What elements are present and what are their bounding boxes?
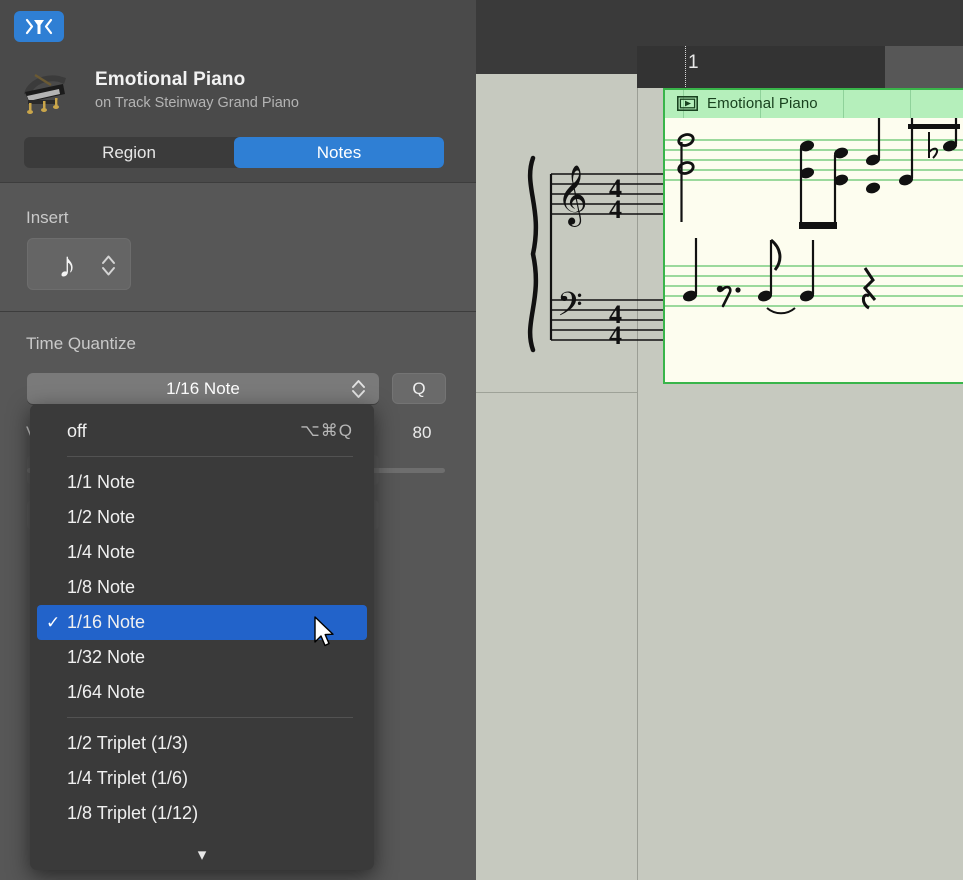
chevron-down-icon[interactable]: ▾ [30, 845, 374, 865]
region-name-label: Emotional Piano [707, 95, 818, 112]
menu-item-1-2-note[interactable]: 1/2 Note [30, 500, 374, 535]
menu-item-label: 1/2 Note [67, 507, 135, 528]
time-quantize-label: Time Quantize [26, 334, 136, 354]
treble-beamed-chord-group-1 [799, 139, 850, 229]
menu-item-label: 1/2 Triplet (1/3) [67, 733, 188, 754]
menu-item-shortcut: ⌥⌘Q [300, 421, 353, 441]
menu-item-1-8-note[interactable]: 1/8 Note [30, 570, 374, 605]
time-signature-bottom-bass: 4 [609, 321, 622, 350]
menu-item-label: 1/1 Note [67, 472, 135, 493]
menu-item-1-64-note[interactable]: 1/64 Note [30, 675, 374, 710]
inspector-tabs: Region Notes [24, 137, 444, 168]
velocity-value[interactable]: 80 [398, 423, 446, 443]
time-quantize-dropdown-menu[interactable]: off ⌥⌘Q 1/1 Note 1/2 Note 1/4 Note 1/8 N… [30, 404, 374, 870]
menu-item-label: 1/8 Triplet (1/12) [67, 803, 198, 824]
ruler-bar-number: 1 [688, 52, 699, 74]
inspector-region-title: Emotional Piano [95, 69, 245, 91]
menu-item-label: off [67, 421, 87, 442]
menu-item-1-1-note[interactable]: 1/1 Note [30, 465, 374, 500]
checkmark-icon: ✓ [46, 613, 60, 633]
menu-item-label: 1/32 Note [67, 647, 145, 668]
timeline-ruler[interactable] [637, 46, 885, 88]
bass-eighth-note-tied [757, 240, 795, 313]
playhead[interactable] [685, 46, 686, 89]
menu-item-1-8-triplet[interactable]: 1/8 Triplet (1/12) [30, 796, 374, 831]
score-editor-area: 1 𝄞 [476, 0, 963, 880]
bass-quarter-note-2 [799, 240, 816, 303]
insert-value-well[interactable]: ♪ [27, 238, 131, 290]
collapse-inspector-icon [14, 11, 64, 42]
piano-brace-icon [530, 158, 536, 350]
collapse-inspector-button[interactable] [14, 11, 64, 42]
menu-item-1-32-note[interactable]: 1/32 Note [30, 640, 374, 675]
inspector-divider-2 [0, 311, 476, 312]
menu-item-1-2-triplet[interactable]: 1/2 Triplet (1/3) [30, 726, 374, 761]
time-signature-bottom: 4 [609, 195, 622, 224]
inspector-divider-1 [0, 182, 476, 183]
tab-notes[interactable]: Notes [234, 137, 444, 168]
inspector-region-subtitle: on Track Steinway Grand Piano [95, 95, 299, 111]
menu-item-1-16-note[interactable]: ✓ 1/16 Note [37, 605, 367, 640]
menu-item-label: 1/4 Note [67, 542, 135, 563]
score-page-edge [476, 392, 638, 393]
menu-separator [67, 717, 353, 718]
menu-item-1-4-triplet[interactable]: 1/4 Triplet (1/6) [30, 761, 374, 796]
logic-pro-score-editor-window: 1 𝄞 [0, 0, 963, 880]
treble-note-pair [865, 118, 915, 195]
grand-piano-icon [19, 64, 71, 116]
menu-item-label: 1/64 Note [67, 682, 145, 703]
stepper-up-down-icon[interactable] [350, 377, 367, 401]
time-quantize-value: 1/16 Note [27, 373, 379, 404]
region-notation [665, 118, 963, 384]
tab-region[interactable]: Region [24, 137, 234, 168]
menu-item-off[interactable]: off ⌥⌘Q [30, 413, 374, 449]
menu-item-label: 1/16 Note [67, 612, 145, 633]
midi-region-emotional-piano[interactable]: Emotional Piano [663, 88, 963, 384]
bass-clef-icon: 𝄢 [557, 286, 583, 332]
region-header[interactable]: Emotional Piano [665, 90, 963, 118]
midi-region-play-icon [677, 96, 698, 111]
bass-quarter-rest [863, 268, 875, 308]
eighth-note-icon: ♪ [58, 242, 76, 288]
inspector-panel: Emotional Piano on Track Steinway Grand … [0, 0, 476, 880]
ruler-right-filler [885, 46, 963, 88]
staff-system: 𝄞 𝄢 4 4 4 4 [521, 150, 671, 365]
treble-half-note-dyad [677, 133, 694, 222]
bass-quarter-note-1 [682, 238, 699, 303]
menu-separator [67, 456, 353, 457]
menu-item-1-4-note[interactable]: 1/4 Note [30, 535, 374, 570]
treble-clef-icon: 𝄞 [557, 165, 588, 227]
quantize-apply-button[interactable]: Q [392, 373, 446, 404]
time-quantize-popup-button[interactable]: 1/16 Note [27, 373, 379, 404]
menu-item-label: 1/8 Note [67, 577, 135, 598]
stepper-up-down-icon[interactable] [100, 253, 117, 277]
menu-item-label: 1/4 Triplet (1/6) [67, 768, 188, 789]
insert-section-label: Insert [26, 208, 69, 228]
